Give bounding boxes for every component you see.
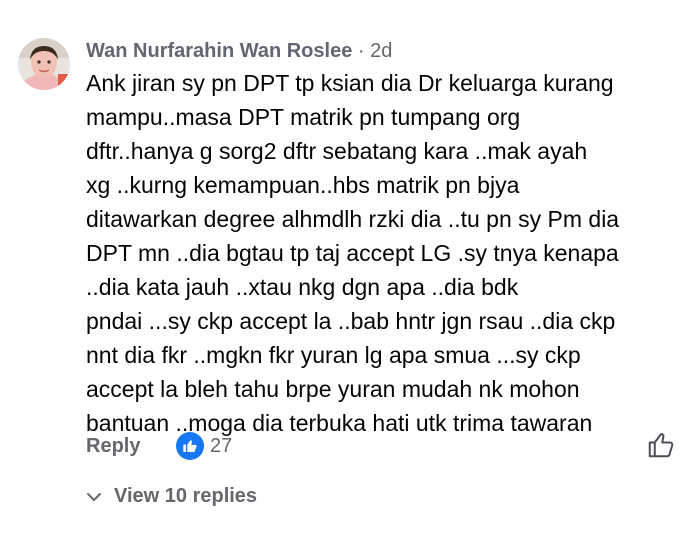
view-replies-button[interactable]: View 10 replies — [86, 485, 257, 508]
thumbs-up-outline-icon — [648, 433, 674, 458]
chevron-down-icon — [87, 492, 101, 501]
author-name[interactable]: Wan Nurfarahin Wan Roslee — [86, 40, 352, 62]
comment-text: Ank jiran sy pn DPT tp ksian dia Dr kelu… — [86, 70, 620, 436]
timestamp[interactable]: 2d — [370, 40, 392, 62]
comment-header: Wan Nurfarahin Wan Roslee · 2d — [86, 40, 392, 63]
avatar[interactable] — [18, 38, 70, 90]
like-button[interactable] — [646, 430, 676, 460]
reaction-summary[interactable]: 27 — [176, 431, 232, 461]
separator-dot: · — [357, 40, 365, 62]
view-replies-label: View 10 replies — [114, 485, 258, 507]
reply-button[interactable]: Reply — [86, 435, 140, 458]
thumbs-up-icon — [176, 432, 204, 460]
reaction-count: 27 — [210, 434, 233, 457]
profile-photo-icon — [18, 38, 70, 90]
